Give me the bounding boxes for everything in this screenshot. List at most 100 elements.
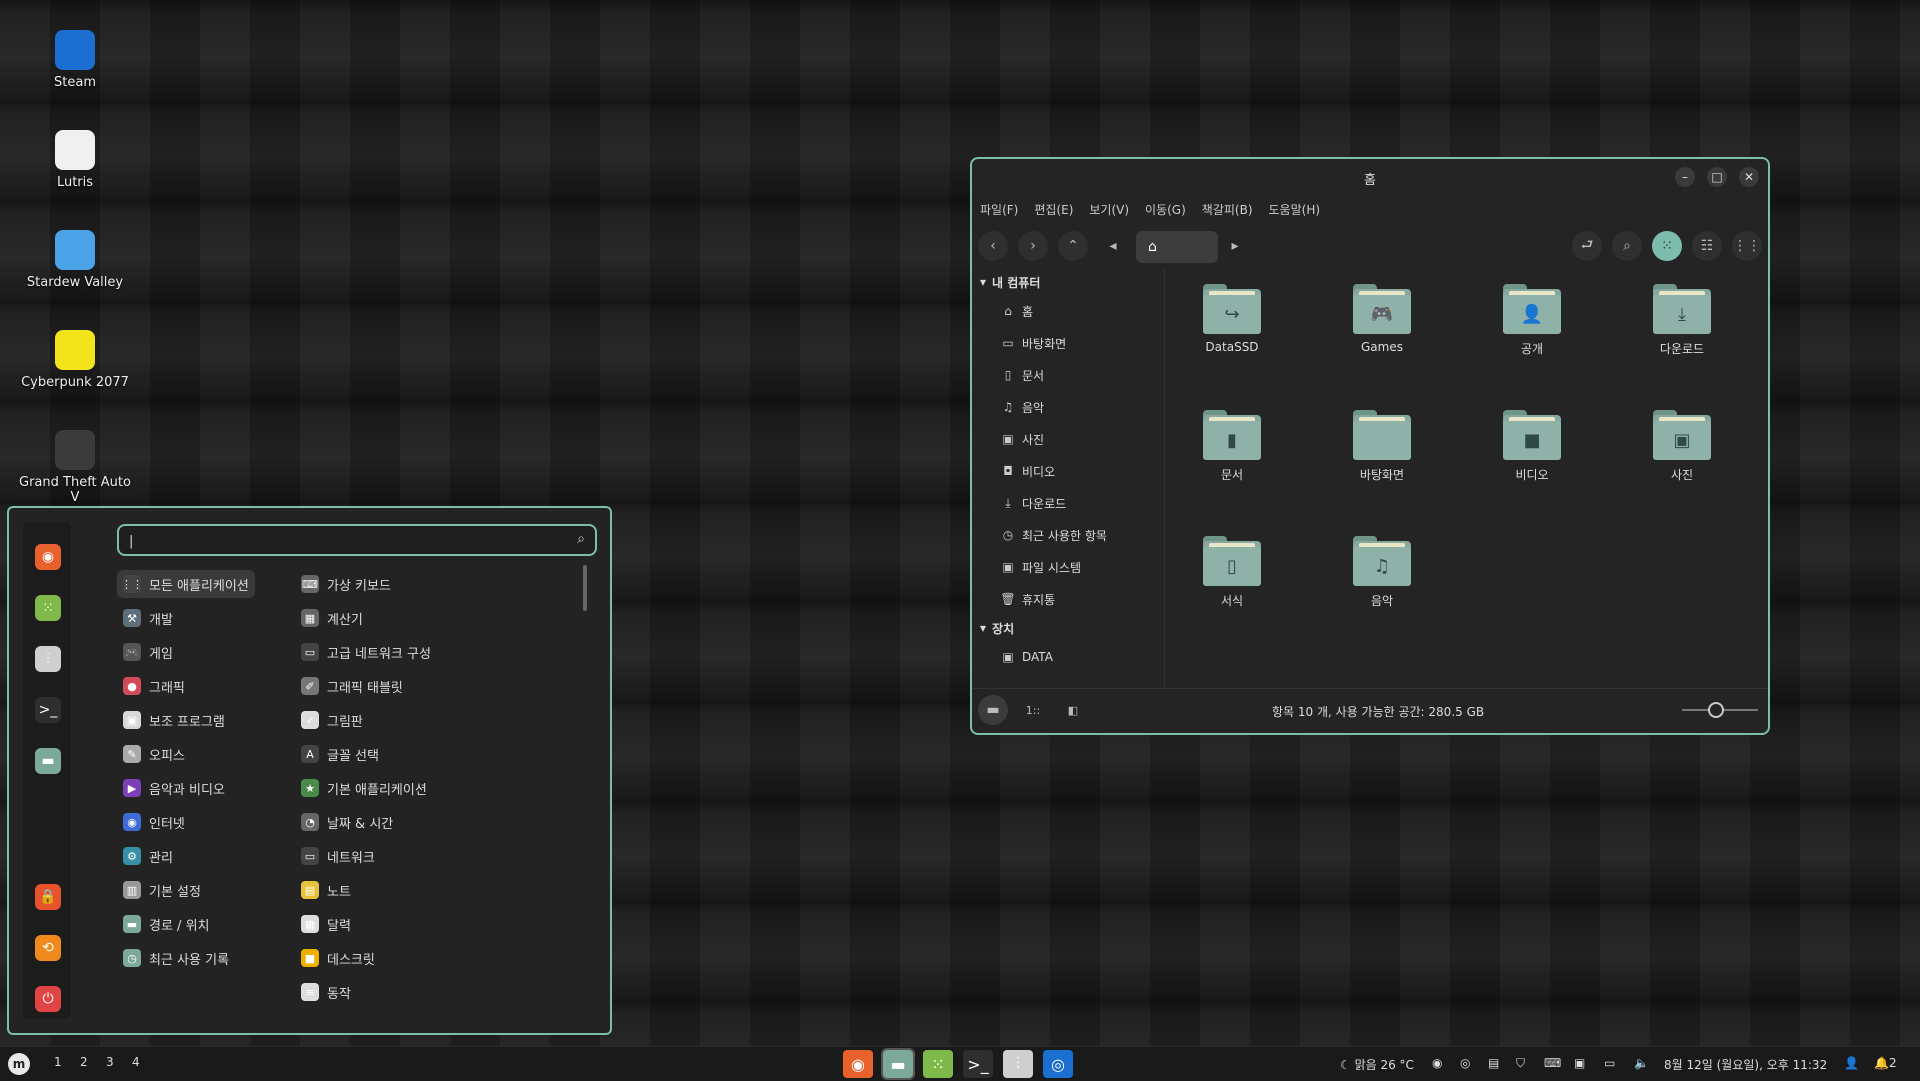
desktop-icon-2[interactable]: Lutris (15, 130, 135, 190)
clipboard-icon[interactable]: ▤ (1488, 1056, 1499, 1070)
system-settings-icon[interactable]: ⫶ (35, 646, 61, 672)
category-item[interactable]: ▭ 네트워크 (301, 842, 375, 870)
workspace-3[interactable]: 3 (106, 1055, 114, 1069)
menu-item-5[interactable]: 책갈피(B) (1202, 201, 1253, 218)
folder-item[interactable]: ▮ 문서 (1177, 410, 1287, 483)
sidebar-item-4[interactable]: ♫ 음악 (972, 391, 1164, 423)
menu-item-2[interactable]: 편집(E) (1034, 201, 1073, 218)
scrollbar[interactable] (583, 565, 587, 611)
category-item[interactable]: ★ 기본 애플리케이션 (301, 774, 427, 802)
path-left-arrow[interactable]: ◂ (1100, 231, 1126, 261)
category-item[interactable]: ▦ 달력 (301, 910, 351, 938)
category-item[interactable]: ⚒ 개발 (123, 604, 173, 632)
forward-button[interactable]: › (1018, 231, 1048, 261)
volume-icon[interactable]: 🔈 (1634, 1056, 1649, 1070)
category-item[interactable]: ▣ 보조 프로그램 (123, 706, 225, 734)
menu-item-1[interactable]: 파일(F) (980, 201, 1018, 218)
category-item[interactable]: ▤ 노트 (301, 876, 351, 904)
weather-applet[interactable]: ☾ 맑음 26 °C (1340, 1056, 1414, 1073)
sidebar-device-1[interactable]: ▣ DATA (972, 641, 1164, 673)
sidebar-item-1[interactable]: ⌂ 홈 (972, 295, 1164, 327)
input-method-icon[interactable]: ▣ (1574, 1056, 1585, 1070)
files-icon[interactable]: ▬ (35, 748, 61, 774)
sidebar-item-5[interactable]: ▣ 사진 (972, 423, 1164, 455)
taskbar-files-icon[interactable]: ▬ (881, 1048, 915, 1080)
menu-item-4[interactable]: 이동(G) (1145, 201, 1186, 218)
menu-item-6[interactable]: 도움말(H) (1269, 201, 1321, 218)
category-item[interactable]: 🎮 게임 (123, 638, 173, 666)
tree-button[interactable]: 1:: (1018, 695, 1048, 725)
clock[interactable]: 8월 12일 (월요일), 오후 11:32 (1664, 1056, 1827, 1073)
list-view-button[interactable]: ☷ (1692, 231, 1722, 261)
folder-item[interactable]: ▣ 사진 (1627, 410, 1737, 483)
menu-item-3[interactable]: 보기(V) (1089, 201, 1129, 218)
desktop-icon-3[interactable]: Stardew Valley (15, 230, 135, 290)
logout-icon[interactable]: ⟲ (35, 935, 61, 961)
zoom-slider-handle[interactable] (1708, 702, 1725, 718)
desktop-icon-5[interactable]: Grand Theft Auto V (15, 430, 135, 505)
category-item[interactable]: ■ 데스크릿 (301, 944, 375, 972)
back-button[interactable]: ‹ (978, 231, 1008, 261)
category-item[interactable]: A 글꼴 선택 (301, 740, 379, 768)
category-item[interactable]: ◉ 인터넷 (123, 808, 185, 836)
shield-icon[interactable]: ⛉ (1516, 1056, 1525, 1071)
icon-view-button[interactable]: ⁙ (1652, 231, 1682, 261)
places-button[interactable]: ▬ (978, 695, 1008, 725)
category-item[interactable]: ⚙ 관리 (123, 842, 173, 870)
firefox-icon[interactable]: ◉ (35, 544, 61, 570)
maximize-button[interactable]: □ (1707, 167, 1727, 187)
search-input[interactable] (127, 530, 551, 552)
folder-item[interactable]: 바탕화면 (1327, 410, 1437, 483)
sidebar-item-2[interactable]: ▭ 바탕화면 (972, 327, 1164, 359)
folder-item[interactable]: ↪ DataSSD (1177, 284, 1287, 354)
compact-view-button[interactable]: ⋮⋮ (1732, 231, 1762, 261)
category-item[interactable]: ✓ 그림판 (301, 706, 363, 734)
sidebar-section-devices[interactable]: ▾ 장치 (972, 615, 1164, 641)
taskbar-firefox-icon[interactable]: ◉ (843, 1050, 873, 1078)
workspace-2[interactable]: 2 (80, 1055, 88, 1069)
category-item[interactable]: ≡ 동작 (301, 978, 351, 1006)
category-item[interactable]: ◷ 최근 사용 기록 (123, 944, 229, 972)
keyboard-icon[interactable]: ⌨ (1544, 1056, 1561, 1070)
display-icon[interactable]: ▭ (1604, 1056, 1615, 1070)
sidebar-item-8[interactable]: ◷ 최근 사용한 항목 (972, 519, 1164, 551)
category-item[interactable]: ⋮⋮ 모든 애플리케이션 (117, 570, 255, 598)
category-item[interactable]: ✎ 오피스 (123, 740, 185, 768)
sidebar-section-computer[interactable]: ▾ 내 컴퓨터 (972, 269, 1164, 295)
sidebar-item-7[interactable]: ⤓ 다운로드 (972, 487, 1164, 519)
category-item[interactable]: ▭ 고급 네트워크 구성 (301, 638, 431, 666)
workspace-1[interactable]: 1 (54, 1055, 62, 1069)
sidebar-item-9[interactable]: ▣ 파일 시스템 (972, 551, 1164, 583)
terminal-icon[interactable]: >_ (35, 697, 61, 723)
sidebar-item-10[interactable]: 🗑 휴지통 (972, 583, 1164, 615)
category-item[interactable]: ✐ 그래픽 태블릿 (301, 672, 403, 700)
category-item[interactable]: ▬ 경로 / 위치 (123, 910, 210, 938)
title-bar[interactable]: 홈 – □ ✕ (972, 159, 1768, 197)
minimize-button[interactable]: – (1675, 167, 1695, 187)
workspace-4[interactable]: 4 (132, 1055, 140, 1069)
power-icon[interactable]: ⏻ (35, 986, 61, 1012)
desktop-icon-1[interactable]: Steam (15, 30, 135, 90)
category-item[interactable]: ◔ 날짜 & 시간 (301, 808, 393, 836)
software-manager-icon[interactable]: ⁙ (35, 595, 61, 621)
folder-item[interactable]: ▯ 서식 (1177, 536, 1287, 609)
steam-tray-icon[interactable]: ◎ (1460, 1056, 1470, 1070)
category-item[interactable]: ▦ 계산기 (301, 604, 363, 632)
category-item[interactable]: ▶ 음악과 비디오 (123, 774, 225, 802)
path-home-button[interactable]: ⌂ (1136, 231, 1218, 263)
taskbar-software-manager-icon[interactable]: ⁙ (923, 1050, 953, 1078)
user-icon[interactable]: 👤 (1844, 1056, 1859, 1070)
folder-item[interactable]: ■ 비디오 (1477, 410, 1587, 483)
taskbar-terminal-icon[interactable]: >_ (963, 1050, 993, 1078)
search-button[interactable]: ⌕ (1612, 231, 1642, 261)
notifications-applet[interactable]: 🔔2 (1874, 1056, 1897, 1070)
up-button[interactable]: ⌃ (1058, 231, 1088, 261)
sidebar-item-3[interactable]: ▯ 문서 (972, 359, 1164, 391)
folder-item[interactable]: ♫ 음악 (1327, 536, 1437, 609)
hide-sidebar-button[interactable]: ◧ (1058, 695, 1088, 725)
search-box[interactable]: ⌕ (117, 524, 597, 556)
folder-item[interactable]: 🎮 Games (1327, 284, 1437, 354)
category-item[interactable]: ▥ 기본 설정 (123, 876, 201, 904)
sidebar-item-6[interactable]: ◘ 비디오 (972, 455, 1164, 487)
category-item[interactable]: ⌨ 가상 키보드 (301, 570, 391, 598)
